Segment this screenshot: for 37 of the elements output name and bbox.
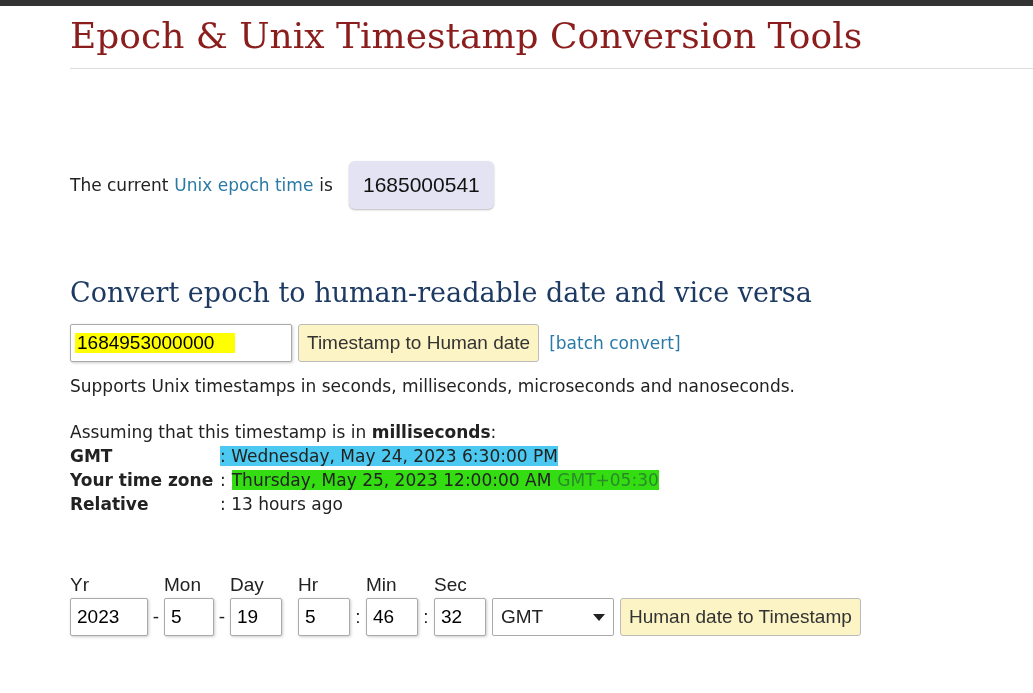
date-part-input[interactable]: 5 xyxy=(164,598,214,636)
batch-convert-link[interactable]: [batch convert] xyxy=(549,333,681,353)
field-label: Day xyxy=(230,574,265,596)
current-timestamp: 1685000541 xyxy=(348,161,494,209)
result-label: Relative xyxy=(70,494,150,514)
result-value: : Wednesday, May 24, 2023 6:30:00 PM xyxy=(220,446,558,466)
current-time-label: The current xyxy=(70,175,169,195)
timezone-select[interactable]: GMT xyxy=(492,598,614,636)
field-label: Yr xyxy=(70,574,90,596)
date-part-input[interactable]: 19 xyxy=(230,598,282,636)
date-part-input[interactable]: 46 xyxy=(366,598,418,636)
separator: : xyxy=(354,605,362,629)
timestamp-input[interactable]: 1684953000000 xyxy=(70,324,292,362)
human-to-timestamp-button[interactable]: Human date to Timestamp xyxy=(620,598,861,636)
result-label: Your time zone xyxy=(70,470,215,490)
result-value: : 13 hours ago xyxy=(220,494,343,514)
timestamp-to-human-button[interactable]: Timestamp to Human date xyxy=(298,324,540,362)
supports-note: Supports Unix timestamps in seconds, milliseconds, microseconds and nanoseconds. xyxy=(70,376,796,396)
date-part-input[interactable]: 2023 xyxy=(70,598,148,636)
section-heading: Convert epoch to human-readable date and vice versa xyxy=(70,277,813,308)
timezone-offset: GMT+05:30 xyxy=(551,470,659,490)
field-label: Sec xyxy=(434,574,468,596)
assumption-text: Assuming that this timestamp is in milliseconds: xyxy=(70,422,498,442)
epoch-time-link[interactable]: Unix epoch time xyxy=(174,175,314,195)
page-title: Epoch & Unix Timestamp Conversion Tools xyxy=(70,14,864,58)
colon: : xyxy=(220,470,226,490)
field-label: Mon xyxy=(164,574,202,596)
separator: : xyxy=(422,605,430,629)
field-label: Hr xyxy=(298,574,320,596)
result-label: GMT xyxy=(70,446,114,466)
dropdown-caret-icon xyxy=(593,613,605,621)
date-part-input[interactable]: 32 xyxy=(434,598,486,636)
separator: - xyxy=(151,605,161,629)
field-label: Min xyxy=(366,574,398,596)
separator: - xyxy=(217,605,227,629)
current-time-label: is xyxy=(319,175,333,195)
date-part-input[interactable]: 5 xyxy=(298,598,350,636)
